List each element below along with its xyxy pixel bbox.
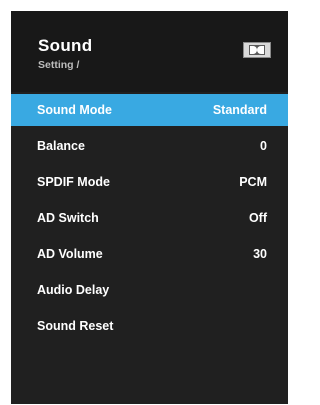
menu-item-sound-reset[interactable]: Sound Reset xyxy=(11,308,288,344)
menu-item-value: 30 xyxy=(253,247,267,261)
menu-item-value: Standard xyxy=(212,103,267,117)
menu-item-value: Off xyxy=(248,211,267,225)
menu-item-ad-volume[interactable]: AD Volume 30 xyxy=(11,236,288,272)
menu-item-label: SPDIF Mode xyxy=(37,175,110,189)
menu-item-ad-switch[interactable]: AD Switch Off xyxy=(11,200,288,236)
menu-item-spdif-mode[interactable]: SPDIF Mode PCM xyxy=(11,164,288,200)
page-title: Sound xyxy=(38,36,93,55)
menu-item-label: Sound Mode xyxy=(37,103,112,117)
menu-item-sound-mode[interactable]: Sound Mode Standard xyxy=(11,94,288,126)
menu-item-value: PCM xyxy=(239,175,267,189)
menu-item-value: 0 xyxy=(260,139,267,153)
panel-header: Sound Setting / xyxy=(11,11,288,92)
menu-item-label: AD Switch xyxy=(37,211,99,225)
menu-item-audio-delay[interactable]: Audio Delay xyxy=(11,272,288,308)
dolby-double-d-icon xyxy=(243,42,271,58)
breadcrumb: Setting / xyxy=(38,59,80,71)
settings-menu: Sound Mode Standard Balance 0 SPDIF Mode… xyxy=(11,94,288,344)
menu-item-label: AD Volume xyxy=(37,247,103,261)
menu-item-label: Audio Delay xyxy=(37,283,110,297)
menu-item-label: Balance xyxy=(37,139,85,153)
menu-item-label: Sound Reset xyxy=(37,319,114,333)
sound-settings-panel: Sound Setting / Sound Mode Standard Bala… xyxy=(11,11,288,404)
menu-item-balance[interactable]: Balance 0 xyxy=(11,128,288,164)
